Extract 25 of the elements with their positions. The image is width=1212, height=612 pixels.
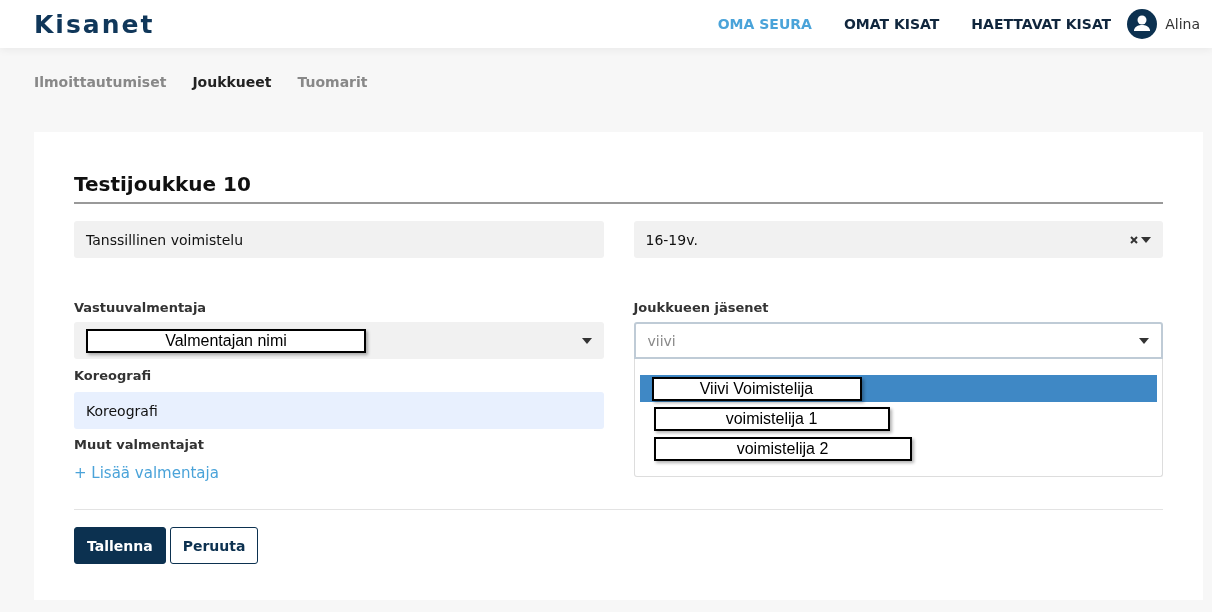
caret-icon[interactable] — [1139, 337, 1149, 344]
caret-icon[interactable] — [1141, 236, 1151, 243]
logo[interactable]: Kisanet — [34, 9, 155, 39]
choreographer-field[interactable]: Koreografi — [74, 392, 604, 429]
nav-link[interactable]: OMAT KISAT — [843, 16, 940, 32]
tab[interactable]: Joukkueet — [192, 74, 272, 90]
field-label: Joukkueen jäsenet — [633, 300, 770, 315]
age-group-select[interactable]: 16-19v. — [633, 221, 1163, 258]
user-avatar-icon[interactable] — [1127, 9, 1158, 39]
dropdown-option[interactable]: voimistelija 1 — [639, 405, 1157, 432]
dropdown-option[interactable]: Viivi Voimistelija — [639, 375, 1157, 402]
field-label: Koreografi — [74, 368, 153, 383]
caret-icon[interactable] — [581, 337, 592, 344]
sport-field[interactable]: Tanssillinen voimistelu — [74, 221, 604, 258]
head-coach-select[interactable]: Valmentajan nimi — [74, 322, 604, 359]
dropdown-option[interactable]: voimistelija 2 — [639, 435, 1157, 462]
field-label: Muut valmentajat — [74, 437, 205, 452]
user-name[interactable]: Alina — [1165, 16, 1200, 32]
nav-link[interactable]: HAETTAVAT KISAT — [971, 16, 1112, 32]
field-label: Vastuuvalmentaja — [74, 300, 208, 315]
save-button[interactable]: Tallenna — [74, 527, 166, 564]
clear-icon[interactable] — [1130, 235, 1138, 244]
cancel-button[interactable]: Peruuta — [169, 527, 259, 564]
team-title: Testijoukkue 10 — [74, 172, 1163, 204]
members-search-field[interactable]: viivi — [633, 322, 1163, 359]
